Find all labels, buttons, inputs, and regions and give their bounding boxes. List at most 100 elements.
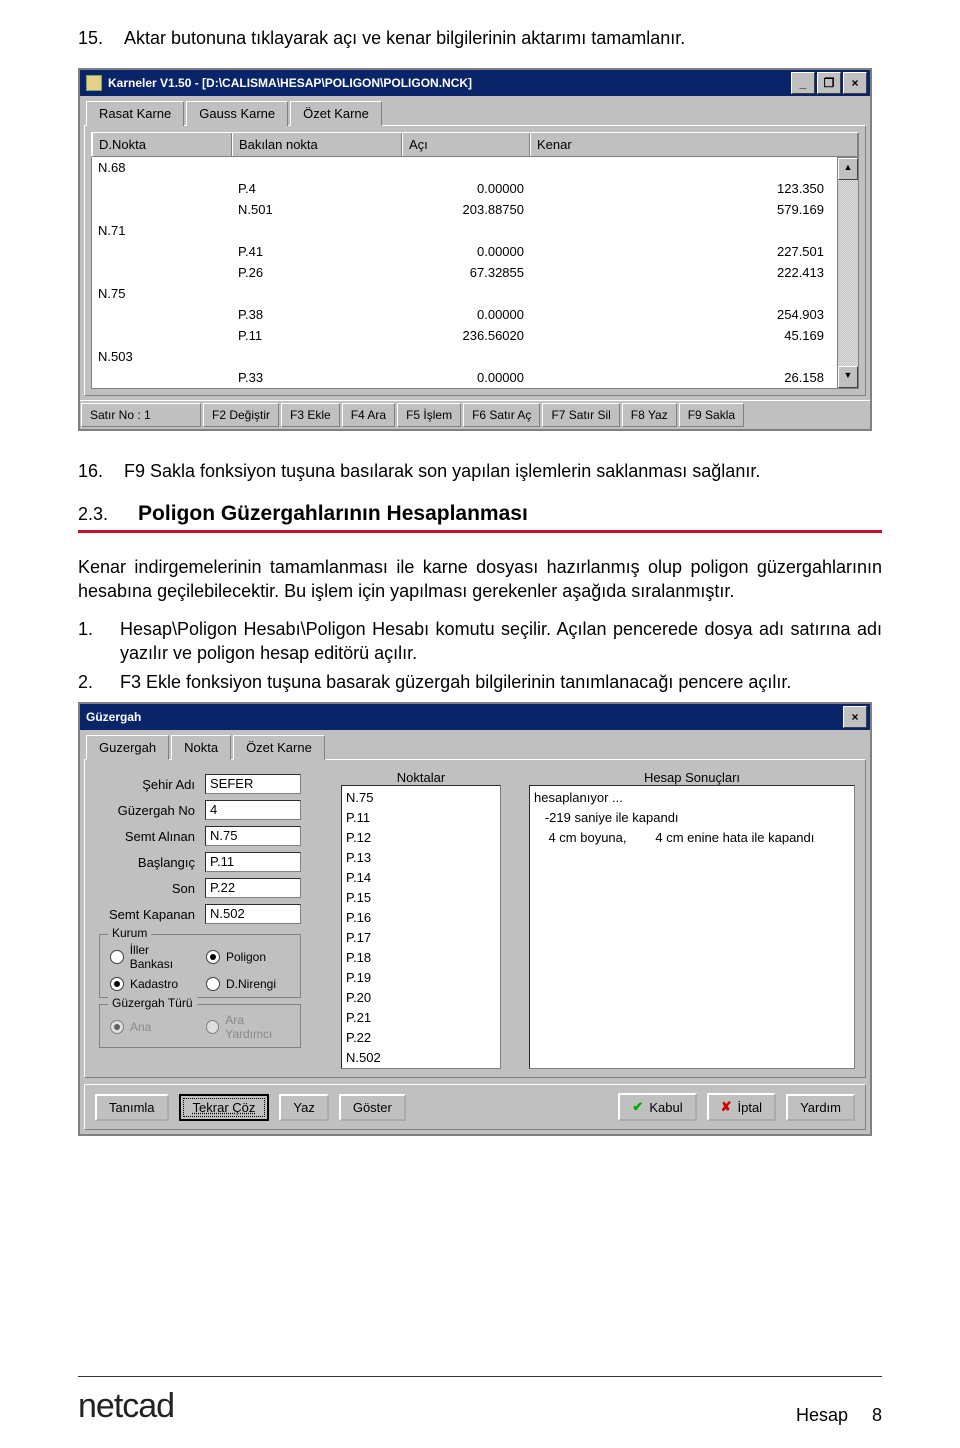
list-number: 2.: [78, 670, 104, 694]
scroll-track[interactable]: [838, 180, 858, 366]
radio-dnirengi[interactable]: D.Nirengi: [206, 977, 290, 991]
tab-gauss-karne[interactable]: Gauss Karne: [186, 101, 288, 126]
table-row[interactable]: N.71: [92, 220, 837, 241]
status-f2[interactable]: F2 Değiştir: [203, 403, 279, 427]
tab-nokta[interactable]: Nokta: [171, 735, 231, 760]
noktalar-list[interactable]: N.75P.11P.12P.13P.14P.15P.16P.17P.18P.19…: [341, 785, 501, 1069]
list-item[interactable]: N.502: [346, 1048, 496, 1068]
tab-ozet-karne[interactable]: Özet Karne: [233, 735, 325, 760]
list-item[interactable]: P.22: [346, 1028, 496, 1048]
table-row[interactable]: N.503: [92, 346, 837, 367]
section-rule: [78, 530, 882, 533]
section-number: 2.3.: [78, 504, 108, 525]
col-dnokta[interactable]: D.Nokta: [92, 133, 232, 156]
tab-rasat-karne[interactable]: Rasat Karne: [86, 101, 184, 126]
status-f5[interactable]: F5 İşlem: [397, 403, 461, 427]
grid-headers: D.Nokta Bakılan nokta Açı Kenar: [91, 132, 859, 157]
sonuc-list[interactable]: hesaplanıyor ... -219 saniye ile kapandı…: [529, 785, 855, 1069]
radio-ana[interactable]: Ana: [110, 1013, 194, 1041]
list-item[interactable]: N.75: [346, 788, 496, 808]
noktalar-head: Noktalar: [341, 770, 501, 785]
input-baslangic[interactable]: P.11: [205, 852, 301, 872]
btn-kabul[interactable]: ✔Kabul: [618, 1093, 696, 1121]
list-item[interactable]: P.17: [346, 928, 496, 948]
table-row[interactable]: P.330.0000026.158: [92, 367, 837, 388]
status-f9[interactable]: F9 Sakla: [679, 403, 744, 427]
table-row[interactable]: P.380.00000254.903: [92, 304, 837, 325]
table-row[interactable]: N.68: [92, 157, 837, 178]
col-kenar[interactable]: Kenar: [530, 133, 858, 156]
scroll-up-button[interactable]: ▲: [838, 158, 858, 180]
list-item[interactable]: P.20: [346, 988, 496, 1008]
list-number: 15.: [78, 26, 108, 50]
table-row[interactable]: P.410.00000227.501: [92, 241, 837, 262]
radio-poligon[interactable]: Poligon: [206, 943, 290, 971]
list-item[interactable]: P.19: [346, 968, 496, 988]
label-son: Son: [95, 881, 195, 896]
table-row[interactable]: P.2667.32855222.413: [92, 262, 837, 283]
close-button[interactable]: ×: [843, 706, 867, 728]
btn-tanimla[interactable]: Tanımla: [95, 1094, 169, 1121]
radio-ara-yardimci[interactable]: Ara Yardımcı: [206, 1013, 290, 1041]
window-title: Güzergah: [86, 710, 141, 724]
list-item[interactable]: P.14: [346, 868, 496, 888]
tab-ozet-karne[interactable]: Özet Karne: [290, 101, 382, 126]
table-row[interactable]: P.11236.5602045.169: [92, 325, 837, 346]
list-item: hesaplanıyor ...: [534, 788, 850, 808]
maximize-button[interactable]: ❐: [817, 72, 841, 94]
input-sehir[interactable]: SEFER: [205, 774, 301, 794]
status-f6[interactable]: F6 Satır Aç: [463, 403, 540, 427]
tabs: Guzergah Nokta Özet Karne: [80, 730, 870, 759]
status-row-no: Satır No : 1: [81, 403, 201, 427]
vertical-scrollbar[interactable]: ▲ ▼: [838, 157, 859, 389]
list-item[interactable]: P.12: [346, 828, 496, 848]
btn-tekrar-coz[interactable]: Tekrar Çöz: [179, 1094, 270, 1121]
titlebar: Güzergah ×: [80, 704, 870, 730]
table-row[interactable]: N.501203.88750579.169: [92, 199, 837, 220]
label-guzergah-no: Güzergah No: [95, 803, 195, 818]
status-f4[interactable]: F4 Ara: [342, 403, 395, 427]
form: Şehir Adı SEFER Güzergah No 4 Semt Alına…: [93, 770, 313, 928]
list-text: F3 Ekle fonksiyon tuşuna basarak güzerga…: [120, 670, 882, 694]
radio-kadastro[interactable]: Kadastro: [110, 977, 194, 991]
input-semt-alinan[interactable]: N.75: [205, 826, 301, 846]
status-f3[interactable]: F3 Ekle: [281, 403, 340, 427]
statusbar: Satır No : 1 F2 Değiştir F3 Ekle F4 Ara …: [80, 400, 870, 429]
close-button[interactable]: ×: [843, 72, 867, 94]
list-item[interactable]: P.11: [346, 808, 496, 828]
input-semt-kapanan[interactable]: N.502: [205, 904, 301, 924]
list-number: 16.: [78, 459, 108, 483]
list-item[interactable]: P.18: [346, 948, 496, 968]
input-guzergah-no[interactable]: 4: [205, 800, 301, 820]
scroll-down-button[interactable]: ▼: [838, 366, 858, 388]
radio-iller-bankasi[interactable]: İller Bankası: [110, 943, 194, 971]
input-son[interactable]: P.22: [205, 878, 301, 898]
list-item[interactable]: P.15: [346, 888, 496, 908]
titlebar: Karneler V1.50 - [D:\CALISMA\HESAP\POLIG…: [80, 70, 870, 96]
status-f8[interactable]: F8 Yaz: [622, 403, 677, 427]
tab-body: D.Nokta Bakılan nokta Açı Kenar N.68P.40…: [84, 125, 866, 396]
legend-turu: Güzergah Türü: [108, 996, 197, 1010]
label-semt-kapanan: Semt Kapanan: [95, 907, 195, 922]
list-item[interactable]: P.13: [346, 848, 496, 868]
table-row[interactable]: P.40.00000123.350: [92, 178, 837, 199]
groupbox-guzergah-turu: Güzergah Türü Ana Ara Yardımcı: [99, 1004, 301, 1048]
btn-yaz[interactable]: Yaz: [279, 1094, 328, 1121]
grid-body[interactable]: N.68P.40.00000123.350N.501203.88750579.1…: [91, 157, 838, 389]
col-bakilan[interactable]: Bakılan nokta: [232, 133, 402, 156]
btn-yardim[interactable]: Yardım: [786, 1094, 855, 1121]
section-title: Poligon Güzergahlarının Hesaplanması: [138, 502, 528, 526]
table-row[interactable]: N.75: [92, 283, 837, 304]
btn-iptal[interactable]: ✘İptal: [707, 1093, 776, 1121]
list-item[interactable]: P.16: [346, 908, 496, 928]
status-f7[interactable]: F7 Satır Sil: [542, 403, 619, 427]
btn-goster[interactable]: Göster: [339, 1094, 406, 1121]
tab-guzergah[interactable]: Guzergah: [86, 735, 169, 760]
list-item[interactable]: P.21: [346, 1008, 496, 1028]
list-item: -219 saniye ile kapandı: [534, 808, 850, 828]
list-text: Aktar butonuna tıklayarak açı ve kenar b…: [124, 26, 882, 50]
check-icon: ✔: [632, 1099, 643, 1115]
col-aci[interactable]: Açı: [402, 133, 530, 156]
minimize-button[interactable]: _: [791, 72, 815, 94]
app-icon: [86, 75, 102, 91]
